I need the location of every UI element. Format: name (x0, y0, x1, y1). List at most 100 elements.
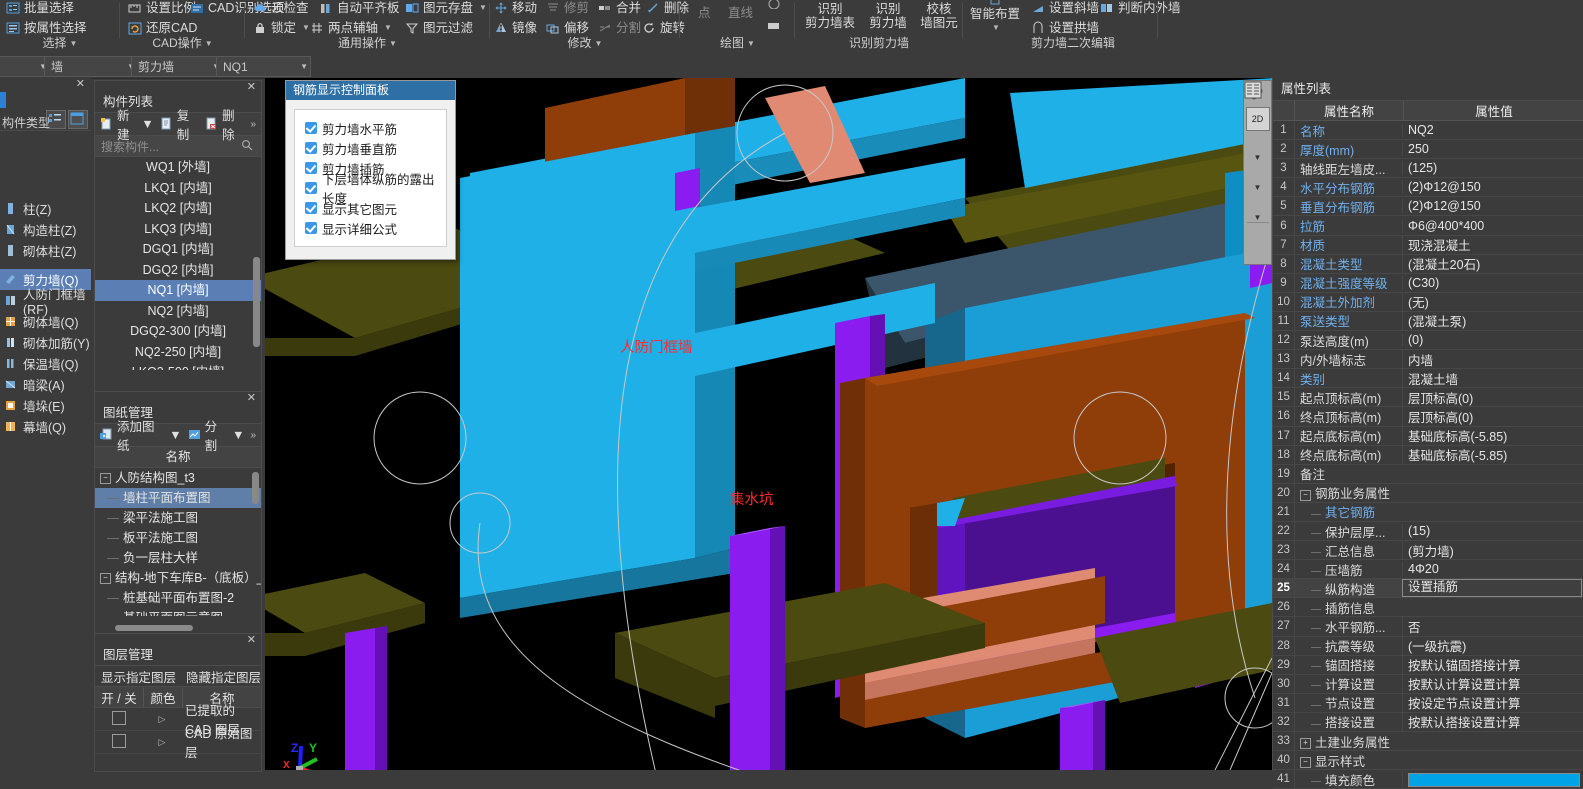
table-row[interactable]: 15 起点顶标高(m) 层顶标高(0) (1273, 387, 1583, 408)
ribbon-group-title[interactable]: CAD操作 ▼ (120, 34, 245, 51)
table-row[interactable]: 31 节点设置 按设定节点设置计算 (1273, 693, 1583, 713)
row-value[interactable]: (一级抗震) (1402, 636, 1583, 656)
ribbon-item-lock[interactable]: 锁定 ▼ (253, 21, 310, 35)
ribbon-item-element-filter[interactable]: 图元过滤 (405, 21, 473, 35)
tree-node-selected[interactable]: 墙柱平面布置图 (95, 488, 261, 508)
table-row[interactable]: 12 泵送高度(m) (0) (1273, 330, 1583, 351)
list-item[interactable]: LKQ3-500 [内墙] (95, 362, 261, 370)
row-value[interactable]: (2)Φ12@150 (1402, 180, 1583, 195)
table-row[interactable]: 7 材质 现浇混凝土 (1273, 235, 1583, 255)
table-row[interactable]: 4 水平分布钢筋 (2)Φ12@150 (1273, 177, 1583, 198)
table-row[interactable]: 6 拉筋 Φ6@400*400 (1273, 216, 1583, 236)
legend-icon[interactable] (1244, 81, 1269, 245)
vertical-scrollbar[interactable] (253, 257, 260, 347)
row-value[interactable]: 层顶标高(0) (1402, 387, 1583, 407)
row-value[interactable]: 按设定节点设置计算 (1402, 693, 1583, 713)
ribbon-item-set-slope-wall[interactable]: 设置斜墙 (1031, 1, 1099, 15)
table-row[interactable]: 17 起点底标高(m) 基础底标高(-5.85) (1273, 426, 1583, 446)
list-item[interactable]: LKQ3 [内墙] (95, 219, 261, 240)
row-value-editor[interactable]: 设置插筋 (1402, 579, 1582, 598)
table-row[interactable]: 27 水平钢筋... 否 (1273, 616, 1583, 637)
table-row[interactable]: 24 压墙筋 4Φ20 (1273, 559, 1583, 580)
row-value[interactable]: 基础底标高(-5.85) (1402, 426, 1583, 446)
collapse-icon[interactable]: − (100, 572, 111, 584)
type-item-masonry-rebar[interactable]: 砌体加筋(Y) (0, 332, 91, 353)
row-value[interactable]: 250 (1402, 142, 1583, 157)
combo-category[interactable]: 墙 ▼ (44, 56, 138, 77)
type-item-masonry-column[interactable]: 砌体柱(Z) (0, 240, 91, 261)
tree-node[interactable]: − 结构-地下车库B-（底板）_t3 (95, 568, 261, 588)
list-item[interactable]: NQ2-250 [内墙] (95, 342, 261, 363)
ribbon-item-move[interactable]: 移动 (494, 1, 537, 15)
list-item[interactable]: DGQ2 [内墙] (95, 260, 261, 281)
table-row[interactable]: 23 汇总信息 (剪力墙) (1273, 540, 1583, 561)
row-value[interactable]: 混凝土墙 (1402, 368, 1583, 388)
table-row[interactable]: 14 类别 混凝土墙 (1273, 368, 1583, 389)
box-solid-icon[interactable] (1246, 84, 1269, 184)
checkbox-checked-icon[interactable] (305, 222, 317, 234)
list-item[interactable]: WQ1 [外墙] (95, 157, 261, 178)
checkbox-row[interactable]: 显示详细公式 (305, 218, 440, 238)
row-value[interactable]: Φ6@400*400 (1402, 218, 1583, 233)
table-row[interactable]: 1 名称 NQ2 (1273, 120, 1583, 141)
expand-icon[interactable]: + (1300, 737, 1311, 749)
row-value[interactable]: (125) (1402, 161, 1583, 176)
tile-view-button[interactable] (68, 110, 88, 129)
table-row[interactable]: 16 终点顶标高(m) 层顶标高(0) (1273, 406, 1583, 427)
table-row[interactable]: 41 填充颜色 (1273, 769, 1583, 789)
ribbon-item-batch-select[interactable]: 批量选择 (6, 1, 74, 15)
ribbon-item-trim[interactable]: 修剪 (546, 1, 589, 15)
row-value[interactable] (1402, 771, 1583, 788)
close-icon[interactable]: ✕ (76, 79, 85, 90)
type-item-wall-pier[interactable]: 墙垛(E) (0, 395, 91, 416)
type-item-hidden-beam[interactable]: 暗梁(A) (0, 374, 91, 395)
tree-node[interactable]: 梁平法施工图 (95, 508, 261, 528)
row-value[interactable]: (2)Φ12@150 (1402, 199, 1583, 214)
row-value[interactable]: (混凝土20石) (1402, 254, 1583, 274)
ribbon-item-mirror[interactable]: 镜像 (494, 21, 537, 35)
tree-node[interactable]: 板平法施工图 (95, 528, 261, 548)
tree-node[interactable]: 基础平面图示意图 (95, 608, 261, 616)
ribbon-item-attr-select[interactable]: 按属性选择 (6, 21, 87, 35)
table-row[interactable]: 21 其它钢筋 (1273, 502, 1583, 522)
row-value[interactable]: NQ2 (1402, 123, 1583, 138)
table-row[interactable]: 11 泵送类型 (混凝土泵) (1273, 311, 1583, 332)
ribbon-item-set-arch-wall[interactable]: 设置拱墙 (1031, 21, 1099, 35)
chevron-right-icon[interactable]: ▷ (143, 737, 181, 748)
ribbon-item-auto-align-slab[interactable]: 自动平齐板 ▼ (319, 1, 413, 15)
checkbox-checked-icon[interactable] (305, 122, 317, 134)
horizontal-scrollbar[interactable] (115, 625, 193, 631)
ribbon-item-smart-layout[interactable]: 智能布置 ▼ (967, 0, 1023, 35)
table-row[interactable]: 3 轴线距左墙皮... (125) (1273, 158, 1583, 179)
ribbon-item-draw-rect[interactable] (767, 19, 781, 33)
checkbox-row[interactable]: 剪力墙垂直筋 (305, 138, 440, 158)
ribbon-item-line[interactable]: 直线 (728, 6, 753, 20)
type-item-structural-column[interactable]: 构造柱(Z) (0, 219, 91, 240)
table-row[interactable]: 30 计算设置 按默认计算设置计算 (1273, 674, 1583, 694)
row-value[interactable]: 内墙 (1402, 349, 1583, 369)
tree-node[interactable]: 负一层柱大样 (95, 548, 261, 568)
chevron-right-icon[interactable]: ▷ (143, 714, 181, 725)
checkbox-checked-icon[interactable] (305, 202, 317, 214)
chevron-down-icon[interactable]: ▼ (1254, 214, 1262, 222)
table-row-active[interactable]: 25 纵筋构造 设置插筋 (1273, 578, 1583, 599)
ribbon-item-recognize-wall[interactable]: 识别 剪力墙 (860, 2, 916, 30)
table-row[interactable]: 8 混凝土类型 (混凝土20石) (1273, 254, 1583, 274)
list-item[interactable]: NQ2 [内墙] (95, 301, 261, 322)
ribbon-group-title[interactable]: 剪力墙二次编辑 (973, 34, 1173, 51)
chevron-down-icon[interactable]: ▼ (1254, 184, 1262, 192)
row-value[interactable]: 否 (1402, 616, 1583, 636)
type-item-column[interactable]: 柱(Z) (0, 198, 91, 219)
table-row[interactable]: 28 抗震等级 (一级抗震) (1273, 636, 1583, 656)
table-row[interactable]: 2 厚度(mm) 250 (1273, 139, 1583, 160)
row-value[interactable]: 4Φ20 (1402, 562, 1583, 577)
checkbox-checked-icon[interactable] (305, 142, 317, 154)
checkbox-checked-icon[interactable] (305, 162, 317, 174)
table-row[interactable]: 10 混凝土外加剂 (无) (1273, 292, 1583, 312)
component-search-box[interactable]: 搜索构件... (95, 136, 261, 157)
view-2d-icon[interactable]: 2D (1245, 107, 1270, 131)
list-item[interactable]: DGQ2-300 [内墙] (95, 321, 261, 342)
tree-node[interactable]: 桩基础平面布置图-2 (95, 588, 261, 608)
ribbon-group-title[interactable]: 绘图 ▼ (680, 34, 795, 51)
table-row[interactable]: 13 内/外墙标志 内墙 (1273, 349, 1583, 370)
